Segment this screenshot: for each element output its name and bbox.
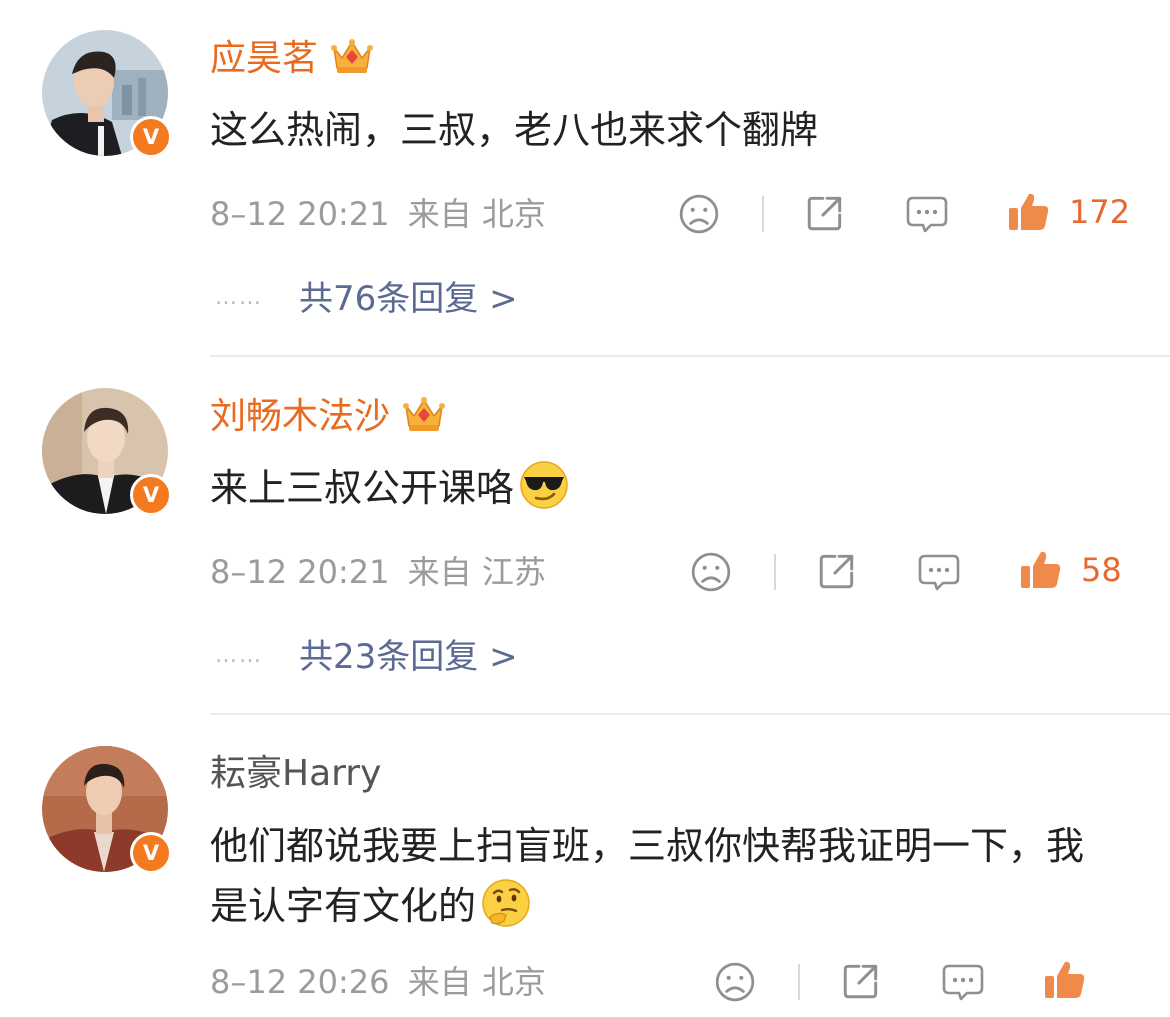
comment-icon	[917, 551, 961, 593]
comment-meta: 8–12 20:21 来自 江苏	[210, 552, 546, 592]
username-text[interactable]: 耘豪Harry	[210, 753, 381, 794]
comment-text-content: 这么热闹，三叔，老八也来求个翻牌	[210, 108, 819, 152]
username-text[interactable]: 应昊茗	[210, 38, 318, 79]
like-count: 172	[1069, 193, 1131, 231]
comment-text: 这么热闹，三叔，老八也来求个翻牌	[210, 100, 1110, 160]
comment-icon	[905, 193, 949, 235]
verified-badge: V	[130, 116, 172, 158]
dislike-button[interactable]	[678, 193, 720, 235]
crown-icon	[402, 394, 446, 434]
like-button[interactable]: 58	[1019, 548, 1122, 592]
comment-text-content: 他们都说我要上扫盲班，三叔你快帮我证明一下，我是认字有文化的	[210, 824, 1085, 928]
comment-location: 来自 北京	[407, 195, 546, 233]
like-button[interactable]: 172	[1007, 190, 1130, 234]
comment-text: 他们都说我要上扫盲班，三叔你快帮我证明一下，我是认字有文化的	[210, 816, 1110, 936]
action-divider	[774, 554, 776, 590]
sad-face-icon	[714, 961, 756, 1003]
replies-dots: ……	[215, 643, 263, 668]
comment-text: 来上三叔公开课咯	[210, 458, 1110, 518]
view-replies-link[interactable]: 共23条回复 >	[299, 637, 518, 677]
comment-icon	[941, 961, 985, 1003]
comment-location: 来自 江苏	[407, 553, 546, 591]
username[interactable]: 刘畅木法沙	[210, 394, 446, 439]
verified-badge: V	[130, 474, 172, 516]
share-icon	[804, 192, 846, 234]
action-divider	[798, 964, 800, 1000]
comment-meta: 8–12 20:21 来自 北京	[210, 194, 546, 234]
comment-date: 8–12 20:26	[210, 963, 390, 1001]
comment-meta: 8–12 20:26 来自 北京	[210, 962, 546, 1002]
username[interactable]: 耘豪Harry	[210, 752, 381, 796]
replies-row[interactable]: …… 共23条回复 >	[215, 634, 518, 679]
thumbs-up-icon	[1019, 548, 1063, 592]
like-count: 58	[1081, 551, 1122, 589]
comment-divider	[210, 355, 1170, 357]
share-icon	[840, 960, 882, 1002]
thumbs-up-icon	[1007, 190, 1051, 234]
view-replies-link[interactable]: 共76条回复 >	[299, 279, 518, 319]
share-button[interactable]	[804, 192, 846, 234]
comment-date: 8–12 20:21	[210, 553, 390, 591]
thinking-emoji	[482, 879, 530, 927]
comment-text-content: 来上三叔公开课咯	[210, 466, 515, 510]
share-icon	[816, 550, 858, 592]
reply-button[interactable]	[917, 551, 961, 593]
share-button[interactable]	[840, 960, 882, 1002]
username-text[interactable]: 刘畅木法沙	[210, 396, 390, 437]
comment-divider	[210, 713, 1170, 715]
comment-location: 来自 北京	[407, 963, 546, 1001]
share-button[interactable]	[816, 550, 858, 592]
replies-dots: ……	[215, 285, 263, 310]
replies-row[interactable]: …… 共76条回复 >	[215, 276, 518, 321]
reply-button[interactable]	[941, 961, 985, 1003]
dislike-button[interactable]	[714, 961, 756, 1003]
reply-button[interactable]	[905, 193, 949, 235]
crown-icon	[330, 36, 374, 76]
verified-badge: V	[130, 832, 172, 874]
comment-date: 8–12 20:21	[210, 195, 390, 233]
username[interactable]: 应昊茗	[210, 36, 374, 81]
sunglasses-emoji	[520, 461, 568, 509]
sad-face-icon	[678, 193, 720, 235]
like-button[interactable]	[1043, 958, 1087, 1002]
dislike-button[interactable]	[690, 551, 732, 593]
sad-face-icon	[690, 551, 732, 593]
thumbs-up-icon	[1043, 958, 1087, 1002]
action-divider	[762, 196, 764, 232]
